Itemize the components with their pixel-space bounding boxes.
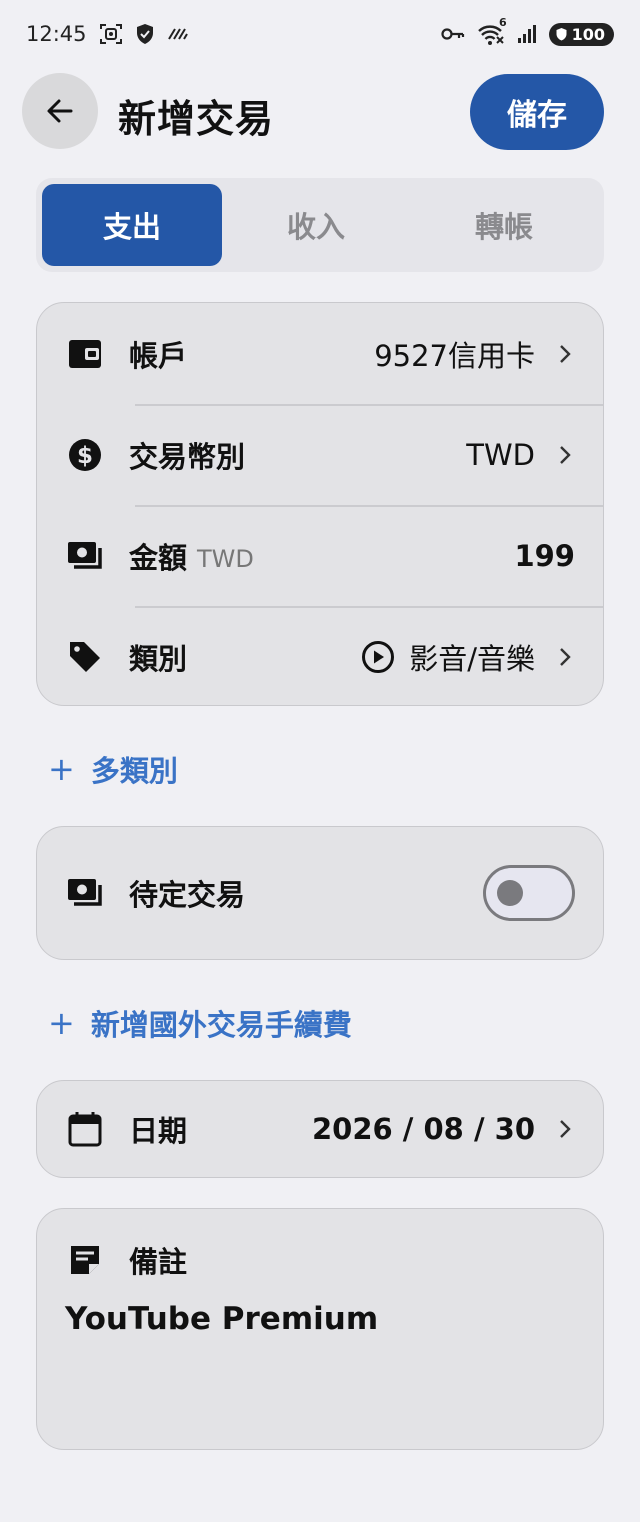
plus-icon: +: [48, 750, 75, 788]
svg-text:$: $: [77, 443, 93, 469]
plus-icon: +: [48, 1004, 75, 1042]
currency-value: TWD: [466, 437, 535, 472]
screenshot-icon: [99, 23, 123, 45]
status-time: 12:45: [26, 22, 87, 46]
chevron-right-icon: [559, 344, 575, 364]
amount-label: 金額: [129, 540, 188, 575]
category-label: 類別: [129, 641, 188, 676]
key-icon: [440, 27, 465, 41]
signal-slash-icon: [167, 27, 189, 41]
category-value-text: 影音/音樂: [409, 641, 535, 676]
arrow-left-icon: [47, 99, 73, 123]
account-label: 帳戶: [129, 338, 188, 373]
multi-category-label: 多類別: [90, 754, 178, 788]
date-row[interactable]: 日期 2026 / 08 / 30: [37, 1081, 603, 1177]
foreign-fee-label: 新增國外交易手續費: [90, 1008, 352, 1042]
battery-indicator: 100: [548, 22, 614, 46]
note-label: 備註: [129, 1245, 188, 1279]
tab-transfer[interactable]: 轉帳: [410, 184, 598, 266]
account-value: 9527信用卡: [374, 338, 535, 373]
battery-icon: [556, 28, 567, 41]
wallet-icon: [67, 336, 103, 372]
date-value: 2026 / 08 / 30: [312, 1112, 535, 1146]
note-input[interactable]: YouTube Premium: [37, 1281, 603, 1337]
wifi-icon: 6: [477, 16, 507, 46]
tag-icon: [67, 639, 103, 675]
dollar-circle-icon: $: [67, 437, 103, 473]
add-foreign-fee-link[interactable]: + 新增國外交易手續費: [48, 1002, 352, 1044]
play-circle-icon: [362, 640, 395, 673]
calendar-icon: [67, 1111, 103, 1147]
status-bar: 12:45 6 100: [0, 0, 640, 68]
battery-level: 100: [571, 24, 605, 44]
cash-icon: [67, 538, 103, 574]
pending-row: 待定交易: [37, 827, 603, 959]
currency-label: 交易幣別: [129, 439, 246, 474]
back-button[interactable]: [22, 73, 98, 149]
currency-row[interactable]: $ 交易幣別 TWD: [37, 404, 603, 505]
save-button[interactable]: 儲存: [470, 74, 604, 150]
toggle-knob: [497, 880, 523, 906]
cash-icon: [67, 875, 103, 911]
amount-input[interactable]: 199: [514, 539, 575, 573]
add-multi-category-link[interactable]: + 多類別: [48, 748, 178, 790]
note-header: 備註: [37, 1209, 603, 1281]
date-card: 日期 2026 / 08 / 30: [36, 1080, 604, 1178]
tab-income[interactable]: 收入: [222, 184, 410, 266]
pending-toggle[interactable]: [483, 865, 575, 921]
tab-expense[interactable]: 支出: [42, 184, 222, 266]
amount-row[interactable]: 金額 TWD 199: [37, 505, 603, 606]
note-icon: [67, 1242, 103, 1278]
top-app-bar: 新增交易 儲存: [0, 70, 640, 152]
page-title: 新增交易: [118, 97, 275, 141]
pending-transaction-card: 待定交易: [36, 826, 604, 960]
transaction-details-card: 帳戶 9527信用卡 $ 交易幣別 TWD 金額 TWD 199 類別 影音/音…: [36, 302, 604, 706]
cell-signal-icon: [517, 24, 537, 44]
category-row[interactable]: 類別 影音/音樂: [37, 606, 603, 707]
chevron-right-icon: [559, 445, 575, 465]
shield-icon: [135, 23, 155, 45]
note-card[interactable]: 備註 YouTube Premium: [36, 1208, 604, 1450]
network-badge: 6: [498, 16, 507, 29]
chevron-right-icon: [559, 1119, 575, 1139]
pending-label: 待定交易: [129, 878, 246, 912]
category-value: 影音/音樂: [361, 636, 535, 678]
chevron-right-icon: [559, 647, 575, 667]
date-label: 日期: [129, 1114, 188, 1148]
amount-unit: TWD: [197, 544, 254, 573]
account-row[interactable]: 帳戶 9527信用卡: [37, 303, 603, 404]
transaction-type-tabs: 支出 收入 轉帳: [36, 178, 604, 272]
